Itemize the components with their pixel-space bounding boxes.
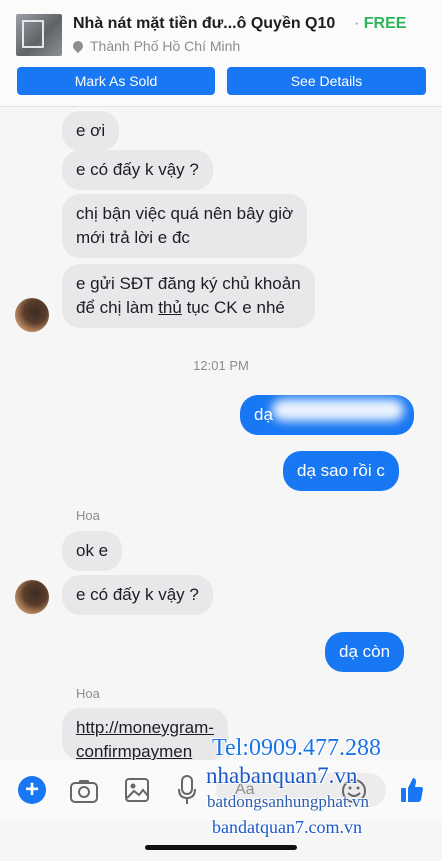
sender-avatar[interactable]	[15, 298, 49, 332]
redacted-phone-blur	[272, 399, 404, 421]
listing-title[interactable]: Nhà nát mặt tiền đư...ô Quyền Q10	[73, 15, 335, 33]
sender-name: Hoa	[76, 508, 100, 523]
watermark-site: bandatquan7.com.vn	[212, 817, 362, 837]
message-incoming[interactable]: e ơi	[62, 111, 120, 151]
mark-as-sold-button[interactable]: Mark As Sold	[17, 67, 215, 95]
message-incoming[interactable]: e có đấy k vậy ?	[62, 575, 213, 615]
listing-price: · FREE	[354, 15, 406, 33]
watermark-phone: Tel:0909.477.288	[212, 735, 381, 761]
message-incoming[interactable]: chị bận việc quá nên bây giờ mới trả lời…	[62, 194, 308, 258]
listing-thumbnail[interactable]	[16, 14, 62, 56]
microphone-icon[interactable]	[177, 775, 197, 805]
location-pin-icon	[70, 38, 86, 54]
message-incoming[interactable]: e có đấy k vậy ?	[62, 150, 213, 190]
message-timestamp: 12:01 PM	[193, 358, 249, 373]
message-incoming[interactable]: http://moneygram- confirmpaymen	[62, 708, 228, 760]
see-details-button[interactable]: See Details	[227, 67, 426, 95]
message-incoming[interactable]: e gửi SĐT đăng ký chủ khoản để chị làm t…	[62, 264, 315, 328]
image-icon[interactable]	[124, 777, 150, 803]
home-indicator	[145, 845, 297, 850]
message-outgoing[interactable]: dạ sao rồi c	[283, 451, 399, 491]
listing-header: Nhà nát mặt tiền đư...ô Quyền Q10 · FREE…	[0, 0, 442, 107]
message-link[interactable]: http://moneygram- confirmpaymen	[76, 718, 214, 760]
watermark-site: batdongsanhungphat.vn	[207, 792, 369, 811]
location-text: Thành Phố Hồ Chí Minh	[90, 38, 241, 54]
message-text: tục CK e nhé	[181, 298, 285, 317]
like-icon[interactable]	[400, 776, 424, 804]
price-separator: ·	[354, 15, 360, 32]
message-underlined-word: thủ	[158, 298, 182, 317]
sender-avatar[interactable]	[15, 580, 49, 614]
watermark-site: nhabanquan7.vn	[206, 763, 358, 788]
message-outgoing[interactable]: dạ còn	[325, 632, 405, 672]
listing-location: Thành Phố Hồ Chí Minh	[70, 38, 241, 54]
camera-icon[interactable]	[69, 778, 99, 804]
price-value: FREE	[363, 15, 407, 32]
plus-icon[interactable]: +	[18, 776, 46, 804]
sender-name: Hoa	[76, 686, 100, 701]
message-incoming[interactable]: ok e	[62, 531, 123, 571]
